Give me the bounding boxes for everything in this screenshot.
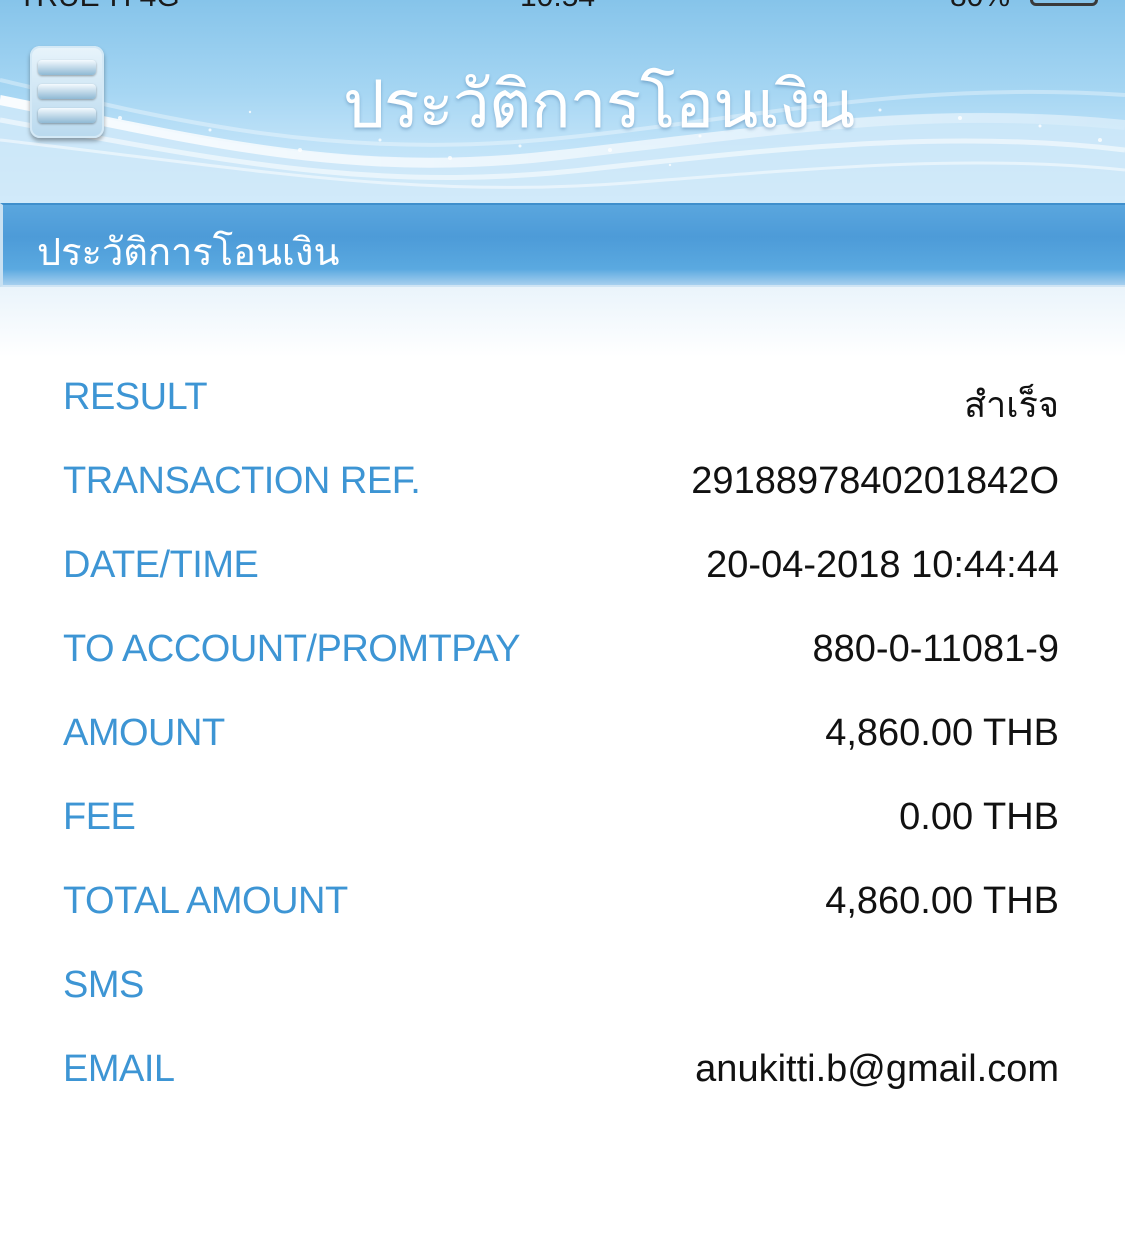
detail-label: AMOUNT xyxy=(63,712,225,754)
menu-bar-icon xyxy=(38,60,96,75)
menu-bar-icon xyxy=(38,108,96,123)
detail-label: FEE xyxy=(63,796,136,838)
detail-label: TO ACCOUNT/PROMTPAY xyxy=(63,628,521,670)
detail-row-to-account: TO ACCOUNT/PROMTPAY 880-0-11081-9 xyxy=(0,628,1125,688)
detail-value: 4,860.00 THB xyxy=(825,712,1059,754)
page-title: ประวัติการโอนเงิน xyxy=(343,66,855,143)
detail-value: 2918897840201842O xyxy=(691,460,1059,502)
detail-label: SMS xyxy=(63,964,144,1006)
detail-label: TRANSACTION REF. xyxy=(63,460,421,502)
detail-label: RESULT xyxy=(63,376,208,418)
status-bar: TRUE-H 4G 10:54 80% xyxy=(0,0,1125,13)
status-time: 10:54 xyxy=(520,0,595,14)
detail-label: DATE/TIME xyxy=(63,544,259,586)
detail-row-date-time: DATE/TIME 20-04-2018 10:44:44 xyxy=(0,544,1125,604)
detail-value: anukitti.b@gmail.com xyxy=(695,1048,1059,1090)
transfer-history-screen: TRUE-H 4G 10:54 80% ประวัติการโอนเงิน ปร… xyxy=(0,0,1125,1235)
detail-value: 20-04-2018 10:44:44 xyxy=(706,544,1059,586)
detail-row-total-amount: TOTAL AMOUNT 4,860.00 THB xyxy=(0,880,1125,940)
detail-row-sms: SMS xyxy=(0,964,1125,1024)
hamburger-menu-button[interactable] xyxy=(30,46,104,138)
detail-value: 4,860.00 THB xyxy=(825,880,1059,922)
app-header: TRUE-H 4G 10:54 80% ประวัติการโอนเงิน xyxy=(0,0,1125,205)
carrier-label: TRUE-H 4G xyxy=(18,0,180,14)
detail-label: EMAIL xyxy=(63,1048,175,1090)
section-fade xyxy=(0,287,1125,357)
detail-row-transaction-ref: TRANSACTION REF. 2918897840201842O xyxy=(0,460,1125,520)
battery-icon xyxy=(1030,0,1098,6)
detail-row-result: RESULT สำเร็จ xyxy=(0,376,1125,436)
detail-row-amount: AMOUNT 4,860.00 THB xyxy=(0,712,1125,772)
detail-value: 0.00 THB xyxy=(899,796,1059,838)
detail-label: TOTAL AMOUNT xyxy=(63,880,348,922)
detail-value: สำเร็จ xyxy=(964,385,1059,426)
detail-value: 880-0-11081-9 xyxy=(812,628,1059,670)
menu-bar-icon xyxy=(38,84,96,99)
battery-percent: 80% xyxy=(950,0,1010,14)
detail-row-email: EMAIL anukitti.b@gmail.com xyxy=(0,1048,1125,1108)
section-header: ประวัติการโอนเงิน xyxy=(0,203,1125,287)
section-title: ประวัติการโอนเงิน xyxy=(37,230,340,274)
detail-row-fee: FEE 0.00 THB xyxy=(0,796,1125,856)
